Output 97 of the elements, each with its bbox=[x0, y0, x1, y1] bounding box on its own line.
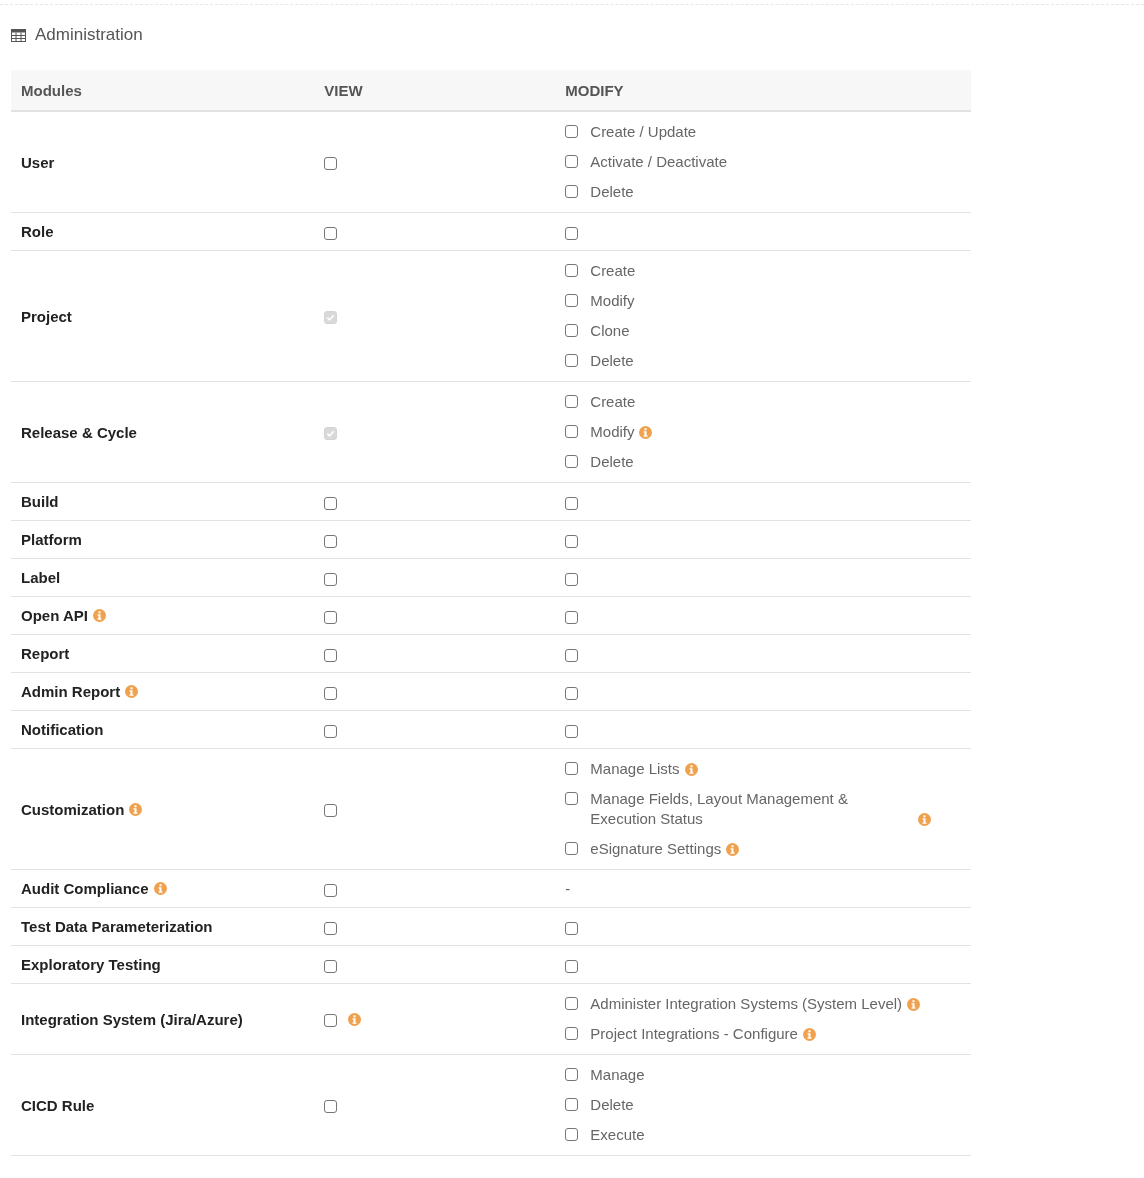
column-header: VIEW bbox=[314, 70, 556, 111]
info-icon bbox=[348, 1012, 362, 1026]
checkbox[interactable] bbox=[565, 572, 579, 586]
table-icon bbox=[11, 28, 26, 42]
info-icon bbox=[802, 1028, 816, 1041]
checkbox[interactable] bbox=[324, 724, 338, 738]
permission-label: Delete bbox=[590, 452, 634, 472]
checkbox[interactable] bbox=[324, 883, 338, 897]
module-name: Role bbox=[21, 223, 54, 240]
checkbox[interactable] bbox=[324, 959, 338, 973]
checkbox[interactable] bbox=[565, 762, 579, 775]
module-name: Label bbox=[21, 569, 61, 586]
permission-label: Execute bbox=[590, 1125, 645, 1145]
checkbox[interactable] bbox=[565, 125, 579, 138]
checkbox[interactable] bbox=[565, 534, 579, 548]
permission-label: Create / Update bbox=[590, 122, 697, 142]
checkbox[interactable] bbox=[324, 648, 338, 662]
permission-label: Delete bbox=[590, 351, 634, 371]
checkbox[interactable] bbox=[565, 842, 579, 855]
module-name: CICD Rule bbox=[21, 1096, 95, 1114]
checkbox[interactable] bbox=[565, 455, 579, 468]
info-icon bbox=[125, 685, 139, 698]
checkbox[interactable] bbox=[324, 157, 338, 171]
checkbox[interactable] bbox=[565, 959, 579, 973]
info-icon bbox=[918, 813, 931, 826]
checkbox[interactable] bbox=[324, 804, 338, 818]
column-header: MODIFY bbox=[555, 70, 971, 111]
checkbox[interactable] bbox=[565, 395, 579, 408]
permission-label: Create bbox=[590, 261, 636, 281]
checkbox[interactable] bbox=[565, 155, 579, 168]
checkbox[interactable] bbox=[324, 921, 338, 935]
module-name: Notification bbox=[21, 721, 104, 738]
info-icon bbox=[92, 609, 106, 622]
info-icon bbox=[639, 426, 653, 439]
checkmark-icon bbox=[326, 313, 336, 323]
checkbox[interactable] bbox=[565, 1098, 579, 1111]
checkbox[interactable] bbox=[565, 686, 579, 700]
permission-label: Manage Lists bbox=[590, 759, 680, 779]
module-name: Audit Compliance bbox=[21, 880, 149, 897]
checkbox[interactable] bbox=[565, 264, 579, 277]
permission-label: Modify bbox=[590, 291, 635, 311]
checkbox[interactable] bbox=[565, 324, 579, 337]
info-icon bbox=[129, 802, 143, 816]
checkbox[interactable] bbox=[565, 425, 579, 438]
checkbox[interactable] bbox=[565, 1068, 579, 1081]
checkbox[interactable] bbox=[565, 610, 579, 624]
checkbox[interactable] bbox=[565, 997, 579, 1010]
permission-label: Administer Integration Systems (System Level) bbox=[590, 994, 903, 1014]
checkbox[interactable] bbox=[565, 724, 579, 738]
module-name: Test Data Parameterization bbox=[21, 918, 213, 935]
section-title: Administration bbox=[35, 25, 143, 45]
module-name: Platform bbox=[21, 531, 82, 548]
module-name: Report bbox=[21, 645, 70, 662]
checkbox[interactable] bbox=[324, 534, 338, 548]
module-name: Customization bbox=[21, 800, 125, 818]
checkbox[interactable] bbox=[565, 185, 579, 198]
permission-label: Manage bbox=[590, 1065, 645, 1085]
checkbox[interactable] bbox=[324, 572, 338, 586]
checkbox[interactable] bbox=[565, 496, 579, 510]
permission-label: Modify bbox=[590, 422, 635, 442]
info-icon bbox=[726, 843, 740, 856]
module-name: Build bbox=[21, 493, 59, 510]
permission-label: Manage Fields, Layout Management & Execution Status bbox=[590, 789, 849, 829]
checkmark-icon bbox=[326, 429, 336, 439]
checkbox[interactable] bbox=[565, 1027, 579, 1040]
info-icon bbox=[684, 763, 698, 776]
module-name: Release & Cycle bbox=[21, 423, 137, 441]
checkbox[interactable] bbox=[324, 610, 338, 624]
column-header: Modules bbox=[11, 70, 315, 111]
checkbox[interactable] bbox=[565, 1128, 579, 1141]
checkbox[interactable] bbox=[565, 792, 579, 805]
checkbox[interactable] bbox=[324, 496, 338, 510]
module-name: Integration System (Jira/Azure) bbox=[21, 1010, 243, 1028]
permission-label: Clone bbox=[590, 321, 630, 341]
permission-label: Activate / Deactivate bbox=[590, 152, 728, 172]
checkbox[interactable] bbox=[565, 294, 579, 307]
permission-label: Create bbox=[590, 392, 636, 412]
checkbox[interactable] bbox=[324, 226, 338, 240]
empty-value: - bbox=[565, 880, 571, 897]
module-name: Exploratory Testing bbox=[21, 956, 161, 973]
checkbox[interactable] bbox=[324, 686, 338, 700]
checkbox[interactable] bbox=[324, 1014, 338, 1028]
permission-label: Project Integrations - Configure bbox=[590, 1024, 798, 1044]
module-name: Open API bbox=[21, 607, 88, 624]
checkbox[interactable] bbox=[324, 1100, 338, 1114]
permission-label: Delete bbox=[590, 182, 634, 202]
permission-label: eSignature Settings bbox=[590, 839, 722, 859]
checkbox[interactable] bbox=[565, 648, 579, 662]
checkbox[interactable] bbox=[565, 354, 579, 367]
permission-label: Delete bbox=[590, 1095, 634, 1115]
info-icon bbox=[907, 998, 921, 1011]
checkbox[interactable] bbox=[565, 921, 579, 935]
module-name: Admin Report bbox=[21, 683, 121, 700]
module-name: User bbox=[21, 153, 55, 171]
module-name: Project bbox=[21, 307, 72, 325]
info-icon bbox=[153, 882, 167, 895]
checkbox[interactable] bbox=[565, 226, 579, 240]
